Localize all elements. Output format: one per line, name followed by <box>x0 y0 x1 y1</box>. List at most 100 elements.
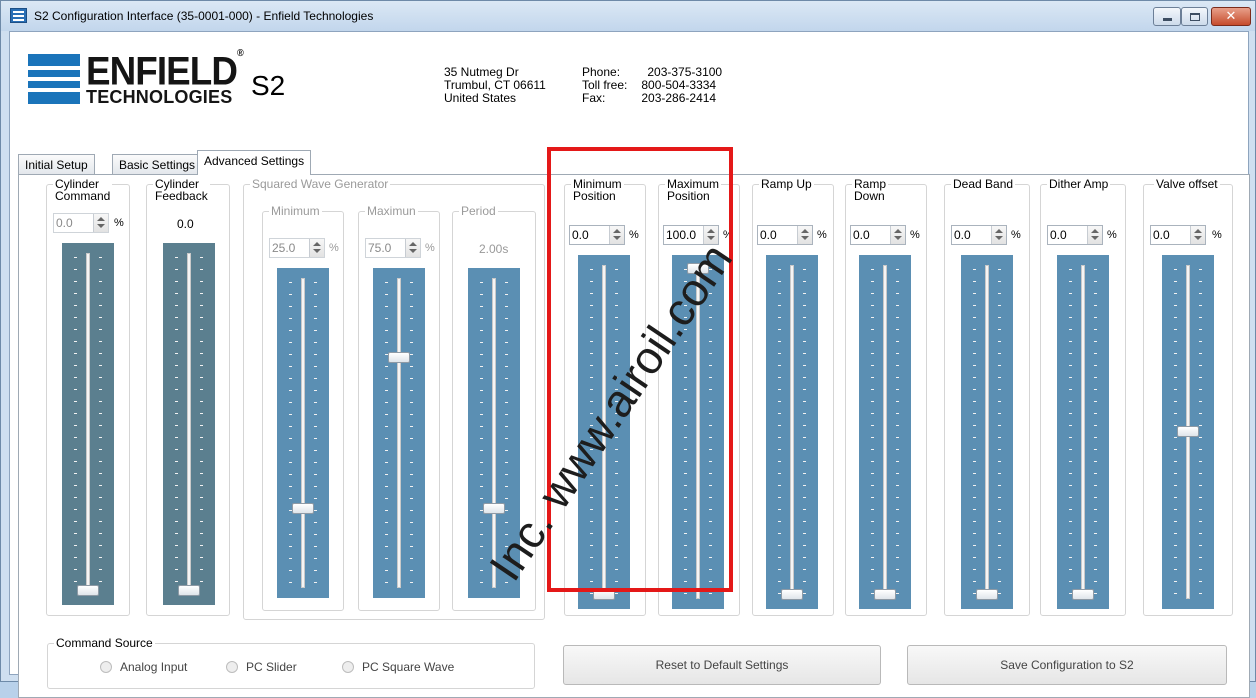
ramp-up-spinner[interactable]: 0.0 <box>757 225 813 245</box>
command-source-label: Command Source <box>54 636 155 650</box>
enfield-logo: ENFIELD® TECHNOLOGIES <box>28 48 244 108</box>
spinner-arrows-icon[interactable] <box>703 226 718 244</box>
ramp-down-spinner[interactable]: 0.0 <box>850 225 906 245</box>
dither-amp-group: Dither Amp 0.0 % <box>1040 178 1126 616</box>
slider-thumb[interactable] <box>292 502 314 514</box>
minimum-position-slider[interactable] <box>578 255 630 609</box>
slider-thumb[interactable] <box>77 585 99 596</box>
app-window: S2 Configuration Interface (35-0001-000)… <box>0 0 1256 698</box>
ramp-down-slider[interactable] <box>859 255 911 609</box>
slider-thumb[interactable] <box>1072 589 1094 600</box>
sq-minimum-spinner[interactable]: 25.0 <box>269 238 325 258</box>
reset-defaults-button[interactable]: Reset to Default Settings <box>563 645 881 685</box>
maximize-button[interactable] <box>1181 7 1208 26</box>
dither-amp-value: 0.0 <box>1050 228 1067 242</box>
ramp-up-slider[interactable] <box>766 255 818 609</box>
contact-labels: Phone: Toll free: Fax: <box>582 66 627 105</box>
sq-period-label: Period <box>459 204 498 218</box>
sq-period-group: Period 2.00s <box>452 205 536 611</box>
radio-analog-input[interactable]: Analog Input <box>100 660 187 674</box>
minimum-position-spinner[interactable]: 0.0 <box>569 225 625 245</box>
spinner-arrows-icon[interactable] <box>1087 226 1102 244</box>
sq-maximum-spinner[interactable]: 75.0 <box>365 238 421 258</box>
cylinder-feedback-slider <box>163 243 215 605</box>
squared-wave-generator-group: Squared Wave Generator Minimum 25.0 % Ma… <box>243 178 545 620</box>
slider-thumb[interactable] <box>781 589 803 600</box>
ramp-down-label: Ramp Down <box>852 177 889 203</box>
maximum-position-group: Maximum Position 100.0 % <box>658 178 740 616</box>
spinner-arrows-icon[interactable] <box>991 226 1006 244</box>
spinner-arrows-icon[interactable] <box>797 226 812 244</box>
slider-thumb[interactable] <box>483 502 505 514</box>
cylinder-feedback-label: Cylinder Feedback <box>153 177 210 203</box>
dither-amp-slider[interactable] <box>1057 255 1109 609</box>
slider-thumb[interactable] <box>593 589 615 600</box>
dead-band-group: Dead Band 0.0 % <box>944 178 1030 616</box>
radio-pc-slider[interactable]: PC Slider <box>226 660 297 674</box>
command-source-group: Command Source Analog Input PC Slider PC… <box>47 637 535 689</box>
logo-mark-icon <box>28 54 80 104</box>
valve-offset-slider[interactable] <box>1162 255 1214 609</box>
percent-unit: % <box>1212 229 1222 241</box>
maximize-icon <box>1189 12 1200 21</box>
slider-thumb[interactable] <box>388 351 410 363</box>
spinner-arrows-icon[interactable] <box>93 214 108 232</box>
radio-icon[interactable] <box>226 661 238 673</box>
slider-thumb[interactable] <box>976 589 998 600</box>
maximum-position-slider[interactable] <box>672 255 724 609</box>
tab-advanced-settings[interactable]: Advanced Settings <box>197 150 312 175</box>
address-block: 35 Nutmeg Dr Trumbul, CT 06611 United St… <box>444 66 546 105</box>
sq-period-slider[interactable] <box>468 268 520 598</box>
maximum-position-label: Maximum Position <box>665 177 722 203</box>
sq-minimum-label: Minimum <box>269 204 322 218</box>
maximum-position-value: 100.0 <box>666 228 697 242</box>
sq-minimum-slider[interactable] <box>277 268 329 598</box>
sq-minimum-value: 25.0 <box>272 241 296 255</box>
maximum-position-spinner[interactable]: 100.0 <box>663 225 719 245</box>
tab-basic-settings[interactable]: Basic Settings <box>112 154 203 174</box>
fax-value: 203-286-2414 <box>641 91 717 105</box>
radio-icon[interactable] <box>100 661 112 673</box>
spinner-arrows-icon[interactable] <box>1190 226 1205 244</box>
close-button[interactable]: ✕ <box>1211 7 1251 26</box>
tab-initial-setup[interactable]: Initial Setup <box>18 154 95 174</box>
radio-icon[interactable] <box>342 661 354 673</box>
spinner-arrows-icon[interactable] <box>609 226 624 244</box>
valve-offset-spinner[interactable]: 0.0 <box>1150 225 1206 245</box>
dead-band-slider[interactable] <box>961 255 1013 609</box>
radio-pc-square-wave[interactable]: PC Square Wave <box>342 660 454 674</box>
address-line: United States <box>444 91 517 105</box>
sq-maximum-slider[interactable] <box>373 268 425 598</box>
cylinder-feedback-value: 0.0 <box>177 217 194 231</box>
percent-unit: % <box>910 229 920 241</box>
spinner-arrows-icon[interactable] <box>890 226 905 244</box>
cylinder-feedback-group: Cylinder Feedback 0.0 <box>146 178 230 616</box>
save-configuration-button[interactable]: Save Configuration to S2 <box>907 645 1227 685</box>
advanced-settings-panel: Cylinder Command 0.0 % Cylinder Feedback 0… <box>18 174 1250 698</box>
cylinder-command-spinner[interactable]: 0.0 <box>53 213 109 233</box>
percent-unit: % <box>1011 229 1021 241</box>
squared-wave-label: Squared Wave Generator <box>250 177 391 191</box>
cylinder-command-slider[interactable] <box>62 243 114 605</box>
close-icon: ✕ <box>1225 9 1237 24</box>
title-bar: S2 Configuration Interface (35-0001-000)… <box>1 1 1255 31</box>
dither-amp-spinner[interactable]: 0.0 <box>1047 225 1103 245</box>
client-area: ENFIELD® TECHNOLOGIES S2 35 Nutmeg Dr Tr… <box>9 31 1250 698</box>
slider-thumb[interactable] <box>874 589 896 600</box>
minimize-icon <box>1162 18 1172 21</box>
ramp-up-label: Ramp Up <box>759 177 814 191</box>
dead-band-spinner[interactable]: 0.0 <box>951 225 1007 245</box>
model-label: S2 <box>251 70 286 101</box>
valve-offset-group: Valve offset 0.0 % <box>1143 178 1233 616</box>
spinner-arrows-icon[interactable] <box>405 239 420 257</box>
cylinder-command-value: 0.0 <box>56 216 73 230</box>
dead-band-value: 0.0 <box>954 228 971 242</box>
percent-unit: % <box>329 242 339 254</box>
slider-thumb[interactable] <box>1177 426 1199 437</box>
minimize-button[interactable] <box>1153 7 1181 26</box>
spinner-arrows-icon[interactable] <box>309 239 324 257</box>
dead-band-label: Dead Band <box>951 177 1016 191</box>
sq-maximum-group: Maximun 75.0 % <box>358 205 440 611</box>
slider-thumb[interactable] <box>687 263 709 274</box>
radio-analog-input-label: Analog Input <box>120 660 188 674</box>
